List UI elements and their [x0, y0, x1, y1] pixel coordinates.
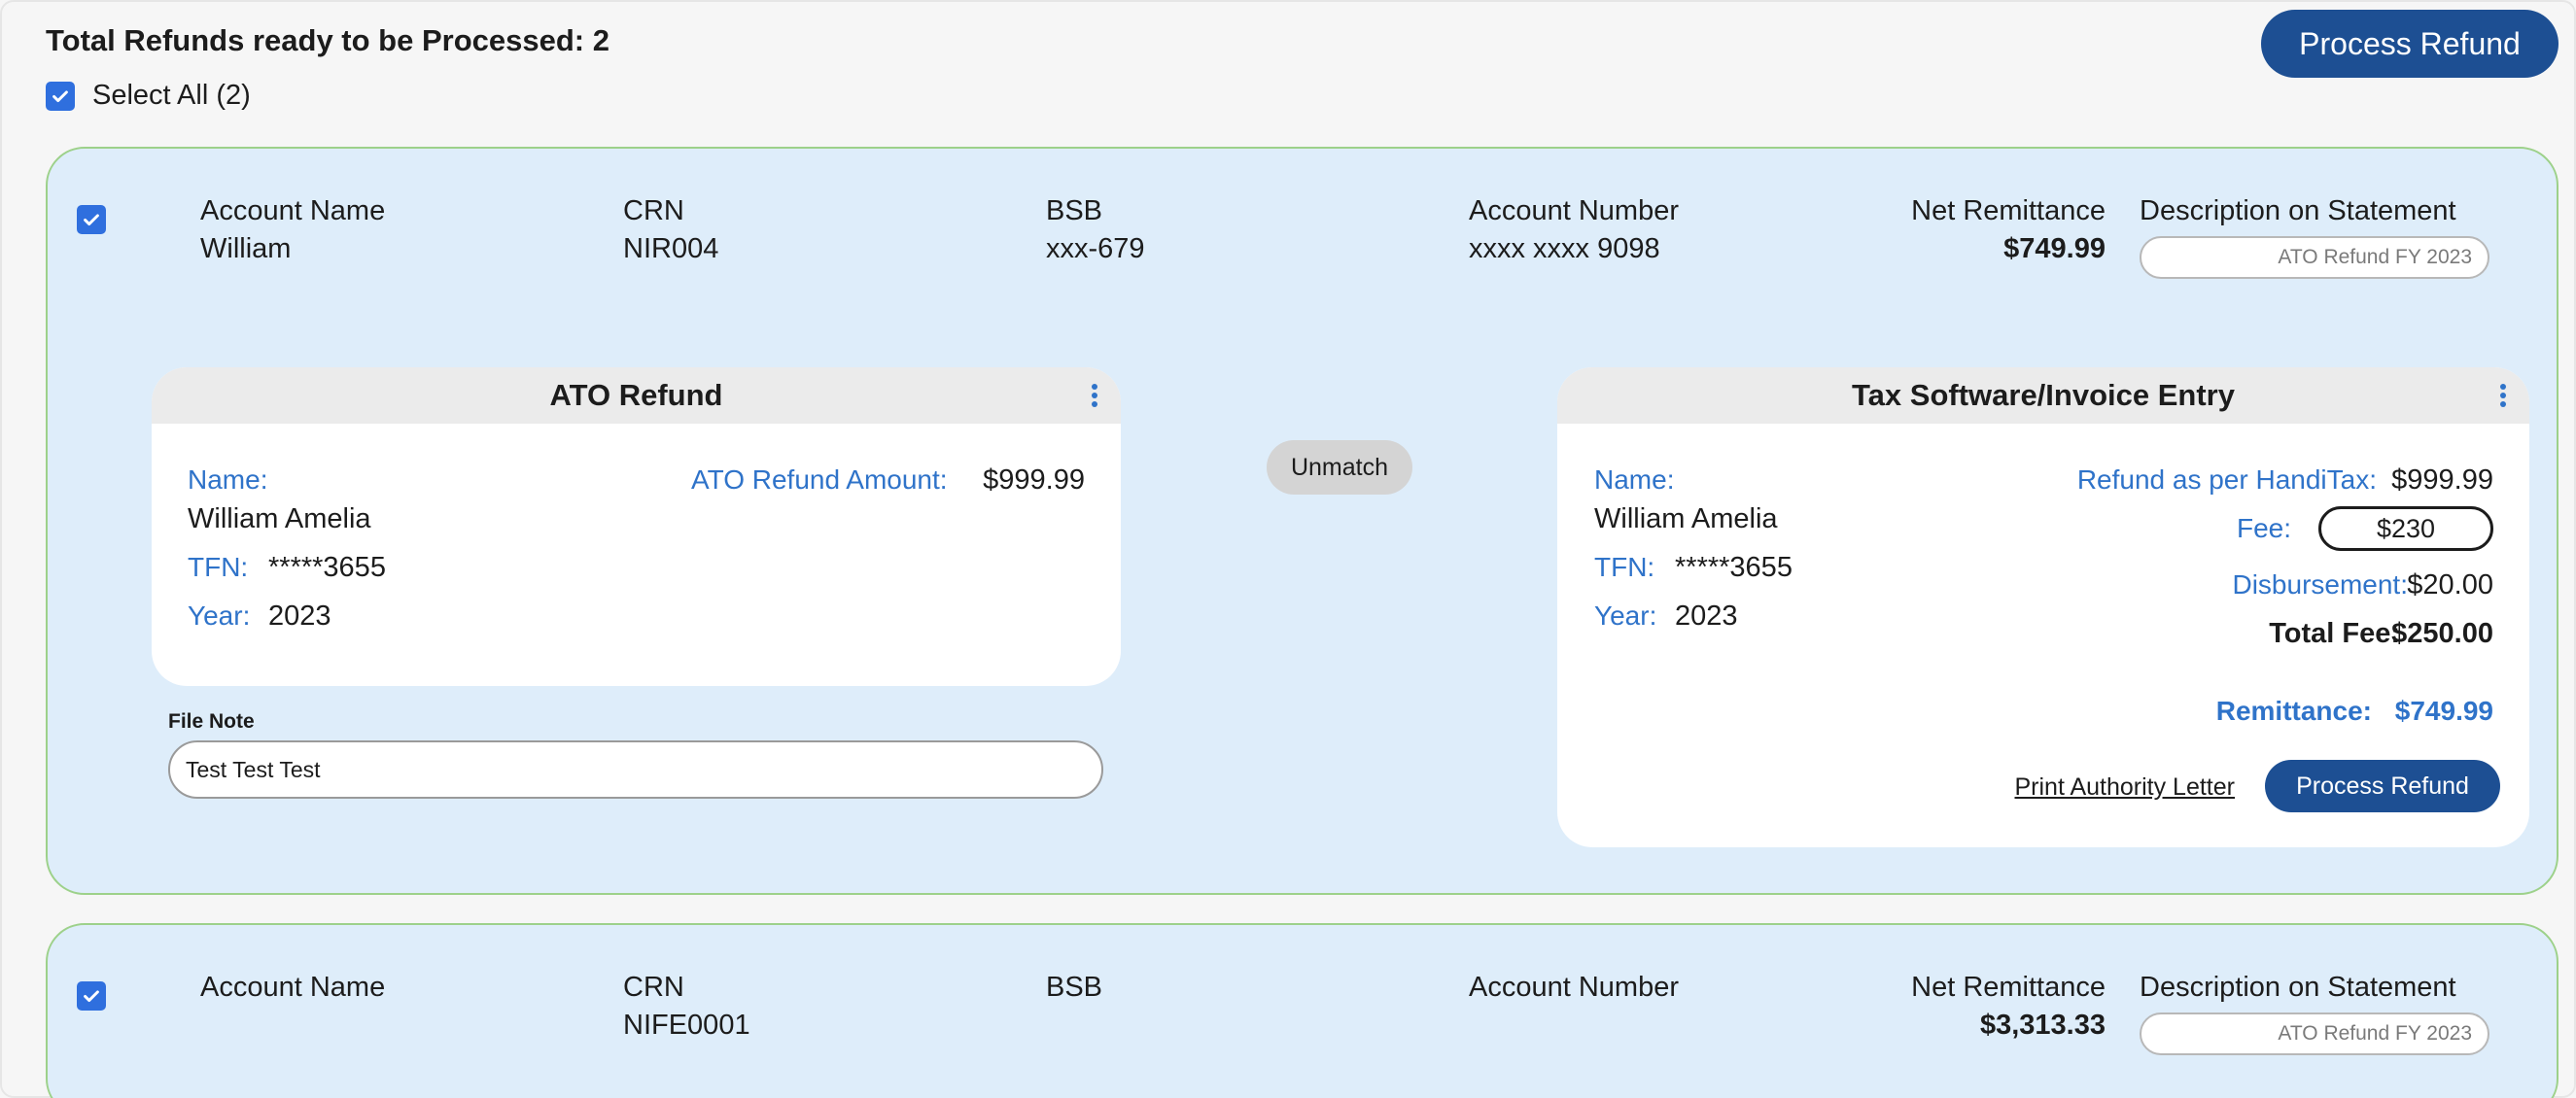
description-field: Description on Statement: [2140, 972, 2456, 1004]
remittance-label: Remittance:: [2215, 696, 2372, 726]
total-fee-label: Total Fee:: [2269, 618, 2400, 649]
disbursement-label: Disbursement:: [2232, 569, 2408, 600]
bsb-label: BSB: [1046, 972, 1103, 1003]
ato-tfn-label: TFN:: [188, 552, 249, 582]
disbursement-value: $20.00: [2407, 569, 2493, 600]
description-label: Description on Statement: [2140, 195, 2456, 226]
file-note-input[interactable]: [168, 740, 1103, 799]
more-options-icon[interactable]: [2498, 383, 2508, 408]
ato-name-label: Name:: [188, 464, 268, 495]
refund-card-checkbox[interactable]: [77, 981, 106, 1011]
fee-input[interactable]: [2318, 506, 2493, 551]
account-name-label: Account Name: [200, 195, 386, 226]
remittance-value: $749.99: [2394, 696, 2493, 726]
tax-name-value: William Amelia: [1594, 503, 1778, 534]
ato-amount-value: $999.99: [983, 464, 1085, 496]
tax-software-panel: Tax Software/Invoice Entry Name: William…: [1557, 367, 2529, 847]
net-remittance-label: Net Remittance: [1911, 972, 2106, 1003]
crn-label: CRN: [623, 195, 684, 226]
tax-year-label: Year:: [1594, 600, 1657, 631]
tax-software-title: Tax Software/Invoice Entry: [1852, 378, 2235, 412]
check-icon: [84, 990, 99, 1003]
account-name-field: Account Name William: [200, 195, 385, 265]
ato-name-value: William Amelia: [188, 503, 371, 534]
fee-label: Fee:: [2236, 513, 2291, 543]
description-input[interactable]: [2140, 1012, 2489, 1055]
account-name-field: Account Name: [200, 972, 385, 1010]
print-authority-letter-link[interactable]: Print Authority Letter: [2014, 773, 2235, 802]
bsb-field: BSB xxx-679: [1046, 195, 1145, 265]
tax-year-value: 2023: [1675, 600, 1738, 632]
net-remittance-value: $749.99: [2003, 233, 2106, 264]
account-number-field: Account Number: [1469, 972, 1679, 1010]
tax-tfn-label: TFN:: [1594, 552, 1655, 582]
tax-tfn-value: *****3655: [1675, 552, 1793, 583]
unmatch-button[interactable]: Unmatch: [1267, 440, 1412, 495]
account-number-label: Account Number: [1469, 972, 1679, 1003]
select-all-checkbox[interactable]: [46, 81, 75, 111]
crn-value: NIFE0001: [623, 1010, 750, 1041]
description-input[interactable]: [2140, 236, 2489, 279]
page-title: Total Refunds ready to be Processed: 2: [46, 23, 609, 57]
total-fee-value: $250.00: [2391, 618, 2493, 649]
account-number-field: Account Number xxxx xxxx 9098: [1469, 195, 1679, 265]
check-icon: [84, 214, 99, 226]
account-number-value: xxxx xxxx 9098: [1469, 233, 1660, 264]
bsb-value: xxx-679: [1046, 233, 1145, 264]
description-field: Description on Statement: [2140, 195, 2456, 227]
ato-year-label: Year:: [188, 600, 251, 631]
bsb-field: BSB: [1046, 972, 1102, 1010]
account-number-label: Account Number: [1469, 195, 1679, 226]
tax-name-label: Name:: [1594, 464, 1675, 495]
refund-handitax-value: $999.99: [2391, 464, 2493, 496]
account-name-value: William: [200, 233, 292, 264]
crn-field: CRN NIR004: [623, 195, 718, 265]
card-process-refund-button[interactable]: Process Refund: [2265, 760, 2500, 812]
file-note-label: File Note: [168, 710, 255, 733]
refund-card: Account Name CRN NIFE0001 BSB Account Nu…: [46, 923, 2559, 1098]
refund-handitax-label: Refund as per HandiTax:: [2076, 464, 2377, 495]
select-all[interactable]: Select All (2): [46, 80, 251, 112]
ato-year-value: 2023: [268, 600, 331, 632]
crn-field: CRN NIFE0001: [623, 972, 750, 1042]
ato-refund-title: ATO Refund: [549, 378, 723, 412]
refund-card: Account Name William CRN NIR004 BSB xxx-…: [46, 147, 2559, 895]
ato-tfn-value: *****3655: [268, 552, 386, 583]
description-label: Description on Statement: [2140, 972, 2456, 1003]
ato-refund-header: ATO Refund: [152, 367, 1121, 424]
more-options-icon[interactable]: [1090, 383, 1099, 408]
net-remittance-value: $3,313.33: [1979, 1010, 2106, 1041]
refund-card-checkbox[interactable]: [77, 205, 106, 234]
check-icon: [52, 89, 68, 102]
bsb-label: BSB: [1046, 195, 1103, 226]
net-remittance-field: Net Remittance $3,313.33: [1797, 972, 2106, 1042]
crn-value: NIR004: [623, 233, 719, 264]
select-all-label: Select All (2): [92, 80, 251, 111]
crn-label: CRN: [623, 972, 684, 1003]
account-name-label: Account Name: [200, 972, 386, 1003]
net-remittance-field: Net Remittance $749.99: [1797, 195, 2106, 265]
process-refund-button[interactable]: Process Refund: [2261, 10, 2559, 78]
net-remittance-label: Net Remittance: [1911, 195, 2106, 226]
ato-refund-panel: ATO Refund Name: William Amelia TFN: ***…: [152, 367, 1121, 686]
ato-amount-label: ATO Refund Amount:: [691, 464, 948, 495]
tax-software-header: Tax Software/Invoice Entry: [1557, 367, 2529, 424]
